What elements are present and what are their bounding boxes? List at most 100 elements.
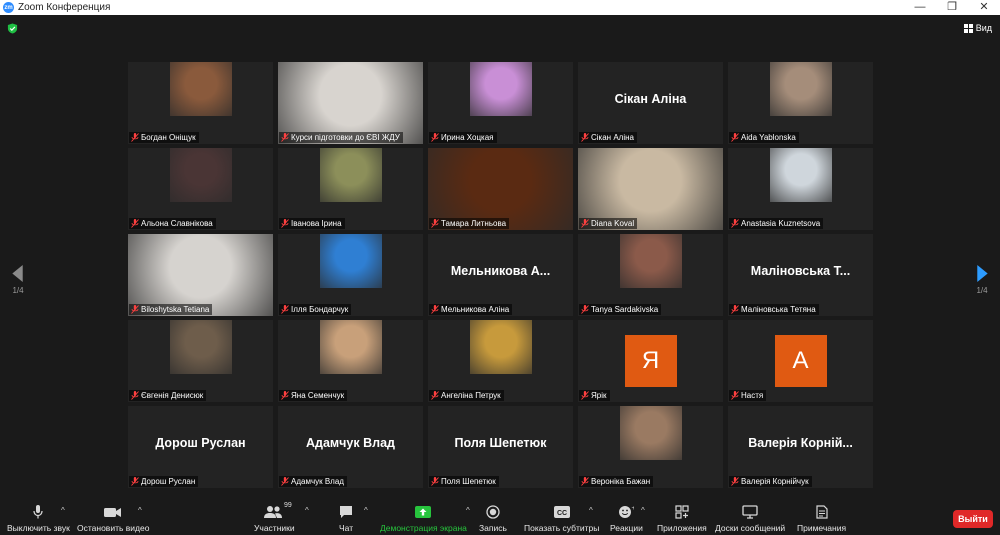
notes-button[interactable]: Примечания bbox=[797, 502, 846, 535]
participant-avatar: Я bbox=[624, 335, 677, 387]
participant-tile[interactable]: Іванова Ірина bbox=[278, 148, 423, 230]
muted-mic-icon bbox=[131, 305, 139, 314]
view-label: Вид bbox=[975, 23, 992, 33]
participant-tile[interactable]: Поля Шепетюк Поля Шепетюк bbox=[428, 406, 573, 488]
whiteboard-label: Доски сообщений bbox=[715, 523, 786, 533]
muted-mic-icon bbox=[281, 305, 289, 314]
participant-tile[interactable]: Тамара Литньова bbox=[428, 148, 573, 230]
apps-button[interactable]: Приложения bbox=[657, 502, 707, 535]
minimize-button[interactable]: — bbox=[904, 0, 936, 15]
participant-tile[interactable]: Богдан Оніщук bbox=[128, 62, 273, 144]
participant-tile[interactable]: Яна Семенчук bbox=[278, 320, 423, 402]
participant-name: Сікан Аліна bbox=[591, 133, 634, 142]
record-icon bbox=[486, 505, 500, 519]
muted-mic-icon bbox=[281, 391, 289, 400]
participant-tile[interactable]: Вероніка Бажан bbox=[578, 406, 723, 488]
share-screen-button[interactable]: Демонстрация экрана bbox=[380, 502, 467, 535]
share-chevron-icon[interactable]: ^ bbox=[466, 506, 470, 515]
muted-mic-icon bbox=[581, 477, 589, 486]
participant-video bbox=[769, 148, 832, 202]
participant-tile[interactable]: Ангеліна Петрук bbox=[428, 320, 573, 402]
close-button[interactable]: ✕ bbox=[968, 0, 1000, 15]
participants-button[interactable]: 99 Участники bbox=[254, 502, 295, 535]
muted-mic-icon bbox=[731, 133, 739, 142]
audio-options-chevron-icon[interactable]: ^ bbox=[61, 506, 65, 515]
participant-tile[interactable]: Я Ярік bbox=[578, 320, 723, 402]
chat-chevron-icon[interactable]: ^ bbox=[364, 506, 368, 515]
participant-name-label: Адамчук Влад bbox=[279, 476, 347, 487]
participant-name-label: Настя bbox=[729, 390, 767, 401]
notes-label: Примечания bbox=[797, 523, 847, 533]
participant-video bbox=[619, 234, 682, 288]
participant-tile[interactable]: Ілля Бондарчук bbox=[278, 234, 423, 316]
participant-tile[interactable]: Сікан Аліна Сікан Аліна bbox=[578, 62, 723, 144]
participant-name-label: Aida Yablonska bbox=[729, 132, 799, 143]
participant-tile[interactable]: Diana Koval bbox=[578, 148, 723, 230]
participant-name: Diana Koval bbox=[591, 219, 635, 228]
leave-button[interactable]: Выйти bbox=[953, 510, 993, 528]
participant-name-label: Anastasia Kuznetsova bbox=[729, 218, 824, 229]
whiteboard-button[interactable]: Доски сообщений bbox=[715, 502, 785, 535]
participant-name: Мельникова Аліна bbox=[441, 305, 510, 314]
chat-button[interactable]: Чат bbox=[339, 502, 353, 535]
participant-avatar: A bbox=[774, 335, 827, 387]
video-options-chevron-icon[interactable]: ^ bbox=[138, 506, 142, 515]
participant-name-label: Biloshytska Tetiana bbox=[129, 304, 213, 315]
participant-tile[interactable]: Євгенія Денисюк bbox=[128, 320, 273, 402]
participant-tile[interactable]: Альона Славнікова bbox=[128, 148, 273, 230]
participant-name: Tanya Sardakivska bbox=[591, 305, 659, 314]
participant-name: Богдан Оніщук bbox=[141, 133, 196, 142]
participant-tile[interactable]: Мельникова А... Мельникова Аліна bbox=[428, 234, 573, 316]
stop-video-label: Остановить видео bbox=[77, 523, 150, 533]
maximize-button[interactable]: ❐ bbox=[936, 0, 968, 15]
participant-name: Ангеліна Петрук bbox=[441, 391, 501, 400]
participant-display-name: Маліновська Т... bbox=[750, 264, 851, 278]
participant-tile[interactable]: Tanya Sardakivska bbox=[578, 234, 723, 316]
participants-chevron-icon[interactable]: ^ bbox=[305, 506, 309, 515]
participant-video bbox=[769, 62, 832, 116]
participant-tile[interactable]: Anastasia Kuznetsova bbox=[728, 148, 873, 230]
participant-tile[interactable]: Курси підготовки до ЄВІ ЖДУ bbox=[278, 62, 423, 144]
record-label: Запись bbox=[479, 523, 507, 533]
participant-tile[interactable]: Aida Yablonska bbox=[728, 62, 873, 144]
captions-chevron-icon[interactable]: ^ bbox=[589, 506, 593, 515]
muted-mic-icon bbox=[131, 133, 139, 142]
participant-video bbox=[169, 62, 232, 116]
participant-tile[interactable]: Biloshytska Tetiana bbox=[128, 234, 273, 316]
participant-name-label: Маліновська Тетяна bbox=[729, 304, 819, 315]
participant-tile[interactable]: Маліновська Т... Маліновська Тетяна bbox=[728, 234, 873, 316]
muted-mic-icon bbox=[281, 477, 289, 486]
record-button[interactable]: Запись bbox=[479, 502, 507, 535]
closed-captions-icon: CC bbox=[553, 506, 570, 518]
participant-tile[interactable]: Адамчук Влад Адамчук Влад bbox=[278, 406, 423, 488]
video-gallery: Вид 1/4 1/4 Богдан Оніщук Курси підготовк… bbox=[0, 15, 1000, 502]
participant-tile[interactable]: Валерія Корній... Валерія Корнійчук bbox=[728, 406, 873, 488]
shield-icon[interactable] bbox=[7, 23, 18, 34]
next-page-button[interactable]: 1/4 bbox=[971, 265, 993, 295]
prev-page-button[interactable]: 1/4 bbox=[7, 265, 29, 295]
participant-name-label: Мельникова Аліна bbox=[429, 304, 513, 315]
video-camera-icon bbox=[104, 508, 122, 517]
participant-name-label: Іванова Ірина bbox=[279, 218, 345, 229]
participant-tile[interactable]: Дорош Руслан Дорош Руслан bbox=[128, 406, 273, 488]
reactions-chevron-icon[interactable]: ^ bbox=[641, 506, 645, 515]
participant-tile[interactable]: Ирина Хоцкая bbox=[428, 62, 573, 144]
participant-name: Іванова Ірина bbox=[291, 219, 342, 228]
participant-name: Biloshytska Tetiana bbox=[141, 305, 210, 314]
muted-mic-icon bbox=[431, 133, 439, 142]
participant-name-label: Курси підготовки до ЄВІ ЖДУ bbox=[279, 132, 403, 143]
smiley-icon: + bbox=[619, 506, 634, 518]
page-indicator-right: 1/4 bbox=[976, 286, 988, 295]
microphone-icon bbox=[33, 505, 43, 519]
participant-video bbox=[469, 62, 532, 116]
participant-tile[interactable]: A Настя bbox=[728, 320, 873, 402]
reactions-button[interactable]: + Реакции bbox=[610, 502, 643, 535]
participant-name-label: Ярік bbox=[579, 390, 610, 401]
participant-video bbox=[469, 320, 532, 374]
participant-name: Вероніка Бажан bbox=[591, 477, 651, 486]
chevron-left-icon bbox=[12, 265, 23, 282]
participant-name: Ирина Хоцкая bbox=[441, 133, 494, 142]
participant-name: Anastasia Kuznetsova bbox=[741, 219, 821, 228]
share-screen-icon bbox=[415, 506, 432, 518]
view-button[interactable]: Вид bbox=[963, 23, 992, 33]
